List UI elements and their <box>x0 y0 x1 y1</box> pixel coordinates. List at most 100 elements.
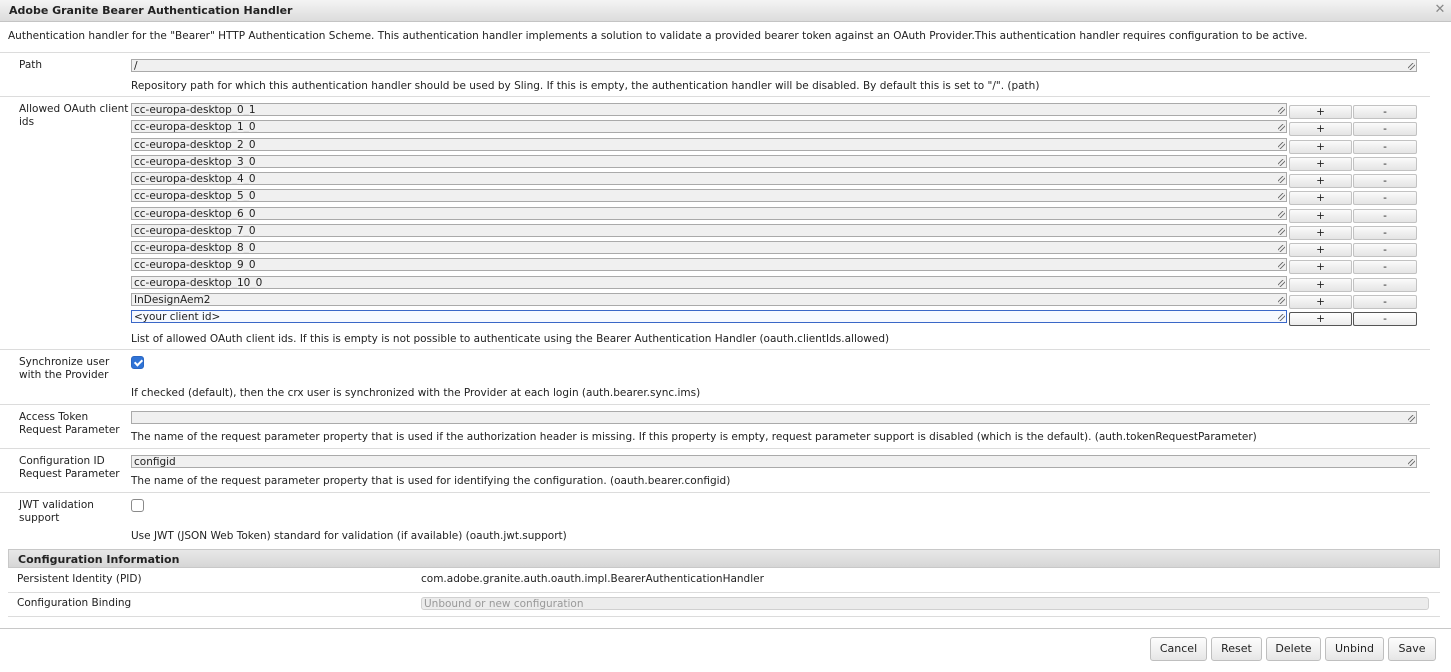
path-input[interactable]: / <box>131 59 1417 72</box>
client-ids-help: List of allowed OAuth client ids. If thi… <box>131 333 890 345</box>
sync-label: Synchronize user with the Provider <box>19 356 110 381</box>
jwt-help: Use JWT (JSON Web Token) standard for va… <box>131 530 567 542</box>
resize-grip-icon[interactable] <box>1278 158 1285 166</box>
resize-grip-icon[interactable] <box>1278 227 1285 235</box>
client-id-value: cc-europa-desktop_3_0 <box>134 155 256 168</box>
client-id-value: cc-europa-desktop_6_0 <box>134 207 256 220</box>
resize-grip-icon[interactable] <box>1278 141 1285 149</box>
client-id-value: cc-europa-desktop_2_0 <box>134 138 256 151</box>
remove-client-id-button[interactable]: - <box>1353 260 1417 275</box>
token-param-input[interactable] <box>131 411 1417 424</box>
binding-label: Configuration Binding <box>17 597 132 609</box>
resize-grip-icon[interactable] <box>1278 193 1285 201</box>
client-id-input[interactable]: cc-europa-desktop_0_1 <box>131 103 1287 116</box>
pid-label: Persistent Identity (PID) <box>17 573 142 585</box>
client-id-input[interactable]: cc-europa-desktop_3_0 <box>131 154 1287 168</box>
path-value: / <box>134 60 138 72</box>
add-client-id-button[interactable]: + <box>1289 139 1352 154</box>
cancel-button[interactable]: Cancel <box>1150 637 1207 661</box>
config-id-row: Configuration ID Request Parameter confi… <box>0 448 1430 493</box>
binding-row: Configuration Binding Unbound or new con… <box>8 592 1440 617</box>
add-client-id-button[interactable]: + <box>1289 174 1352 188</box>
add-client-id-button[interactable]: + <box>1289 243 1352 257</box>
remove-client-id-button[interactable]: - <box>1353 277 1417 292</box>
remove-client-id-button[interactable]: - <box>1353 243 1417 257</box>
add-client-id-button[interactable]: + <box>1289 208 1352 223</box>
remove-client-id-button[interactable]: - <box>1353 122 1417 137</box>
client-id-input[interactable]: cc-europa-desktop_1_0 <box>131 120 1287 134</box>
binding-select[interactable]: Unbound or new configuration <box>421 597 1429 610</box>
config-id-help: The name of the request parameter proper… <box>131 475 731 487</box>
client-ids-row: Allowed OAuth client ids cc-europa-deskt… <box>0 96 1430 350</box>
client-id-input[interactable]: cc-europa-desktop_7_0 <box>131 223 1287 237</box>
add-client-id-button[interactable]: + <box>1289 122 1352 137</box>
jwt-label: JWT validation support <box>19 499 94 524</box>
client-id-input[interactable]: cc-europa-desktop_9_0 <box>131 258 1287 272</box>
resize-grip-icon[interactable] <box>1278 176 1285 183</box>
client-id-value: cc-europa-desktop_8_0 <box>134 242 256 254</box>
resize-grip-icon[interactable] <box>1278 245 1285 252</box>
pid-value: com.adobe.granite.auth.oauth.impl.Bearer… <box>421 573 764 585</box>
add-client-id-button[interactable]: + <box>1289 225 1352 240</box>
jwt-checkbox[interactable] <box>131 499 144 512</box>
delete-button[interactable]: Delete <box>1266 637 1321 661</box>
config-id-input[interactable]: configid <box>131 455 1417 468</box>
client-id-value: cc-europa-desktop_0_1 <box>134 104 256 116</box>
jwt-row: JWT validation support Use JWT (JSON Web… <box>0 492 1430 549</box>
path-row: Path / Repository path for which this au… <box>0 52 1430 97</box>
remove-client-id-button[interactable]: - <box>1353 191 1417 206</box>
token-param-help: The name of the request parameter proper… <box>131 431 1257 443</box>
resize-grip-icon[interactable] <box>1278 279 1285 287</box>
path-label: Path <box>19 59 43 71</box>
remove-client-id-button[interactable]: - <box>1353 294 1417 309</box>
resize-grip-icon[interactable] <box>1278 124 1285 132</box>
token-param-label: Access Token Request Parameter <box>19 411 120 436</box>
remove-client-id-button[interactable]: - <box>1353 174 1417 188</box>
resize-grip-icon[interactable] <box>1278 296 1285 304</box>
client-id-value: <your client id> <box>134 311 221 323</box>
token-param-row: Access Token Request Parameter The name … <box>0 404 1430 449</box>
pid-row: Persistent Identity (PID) com.adobe.gran… <box>8 568 1440 593</box>
add-client-id-button[interactable]: + <box>1289 191 1352 206</box>
resize-grip-icon[interactable] <box>1408 459 1415 466</box>
footer-divider <box>0 628 1451 629</box>
add-client-id-button[interactable]: + <box>1289 312 1352 326</box>
add-client-id-button[interactable]: + <box>1289 156 1352 171</box>
client-id-input[interactable]: cc-europa-desktop_5_0 <box>131 189 1287 203</box>
config-dialog: Adobe Granite Bearer Authentication Hand… <box>0 0 1451 672</box>
remove-client-id-button[interactable]: - <box>1353 225 1417 240</box>
client-id-input[interactable]: <your client id> <box>131 310 1287 323</box>
remove-client-id-button[interactable]: - <box>1353 139 1417 154</box>
add-client-id-button[interactable]: + <box>1289 260 1352 275</box>
remove-client-id-button[interactable]: - <box>1353 208 1417 223</box>
sync-help: If checked (default), then the crx user … <box>131 387 701 399</box>
client-id-input[interactable]: cc-europa-desktop_4_0 <box>131 172 1287 185</box>
client-id-input[interactable]: cc-europa-desktop_8_0 <box>131 241 1287 254</box>
reset-button[interactable]: Reset <box>1211 637 1262 661</box>
remove-client-id-button[interactable]: - <box>1353 156 1417 171</box>
client-id-input[interactable]: cc-europa-desktop_6_0 <box>131 206 1287 220</box>
client-id-input[interactable]: InDesignAem2 <box>131 292 1287 306</box>
remove-client-id-button[interactable]: - <box>1353 105 1417 119</box>
add-client-id-button[interactable]: + <box>1289 105 1352 119</box>
resize-grip-icon[interactable] <box>1408 415 1415 422</box>
unbind-button[interactable]: Unbind <box>1325 637 1384 661</box>
dialog-titlebar: Adobe Granite Bearer Authentication Hand… <box>0 0 1451 22</box>
config-info-title: Configuration Information <box>18 553 180 566</box>
add-client-id-button[interactable]: + <box>1289 277 1352 292</box>
sync-row: Synchronize user with the Provider If ch… <box>0 349 1430 405</box>
remove-client-id-button[interactable]: - <box>1353 312 1417 326</box>
resize-grip-icon[interactable] <box>1278 262 1285 270</box>
resize-grip-icon[interactable] <box>1408 63 1415 70</box>
dialog-title: Adobe Granite Bearer Authentication Hand… <box>9 4 293 17</box>
close-icon[interactable]: ✕ <box>1433 3 1447 17</box>
client-id-value: cc-europa-desktop_7_0 <box>134 224 256 237</box>
client-id-input[interactable]: cc-europa-desktop_2_0 <box>131 137 1287 151</box>
save-button[interactable]: Save <box>1388 637 1436 661</box>
client-id-input[interactable]: cc-europa-desktop_10_0 <box>131 275 1287 289</box>
resize-grip-icon[interactable] <box>1278 314 1285 321</box>
sync-checkbox[interactable] <box>131 356 144 369</box>
resize-grip-icon[interactable] <box>1278 210 1285 218</box>
add-client-id-button[interactable]: + <box>1289 294 1352 309</box>
resize-grip-icon[interactable] <box>1278 107 1285 114</box>
